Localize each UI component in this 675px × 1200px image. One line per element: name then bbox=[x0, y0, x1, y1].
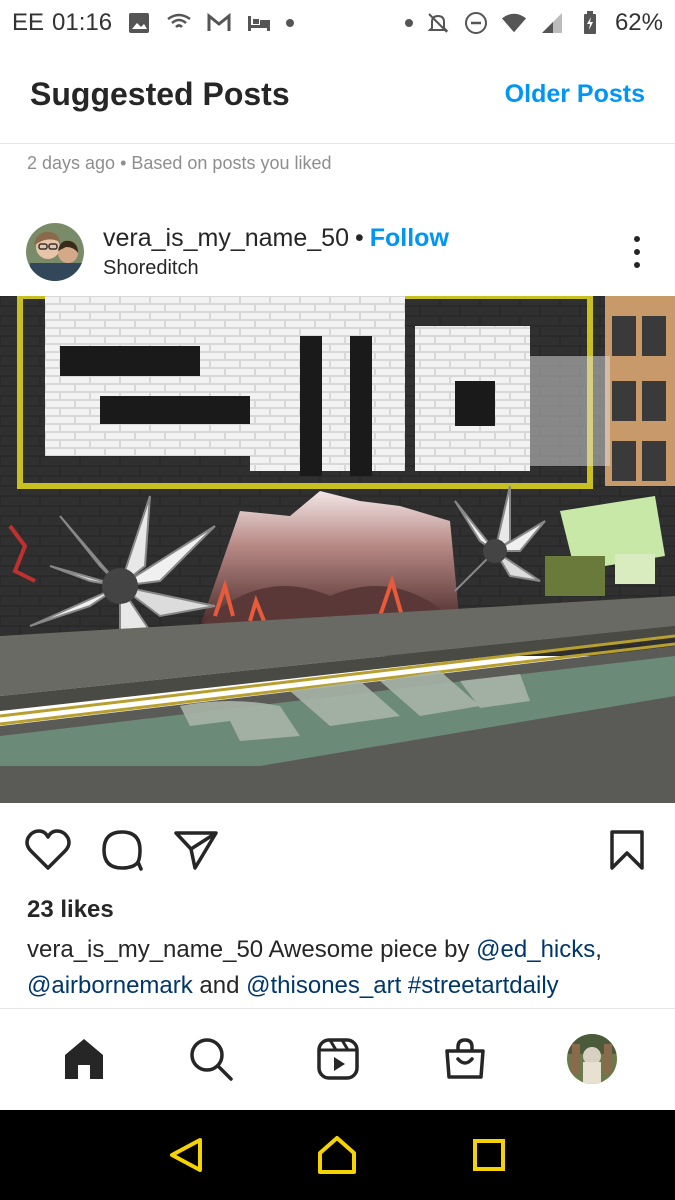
caption-text: Awesome piece by bbox=[268, 936, 470, 963]
caption-username[interactable]: vera_is_my_name_50 bbox=[27, 936, 263, 963]
post-author-username[interactable]: vera_is_my_name_50 bbox=[103, 224, 349, 253]
battery-icon bbox=[577, 10, 603, 36]
post-caption: vera_is_my_name_50 Awesome piece by @ed_… bbox=[27, 932, 652, 1004]
back-icon[interactable] bbox=[161, 1130, 211, 1180]
mention-link[interactable]: @ed_hicks bbox=[476, 936, 595, 963]
separator-dot: • bbox=[354, 224, 364, 252]
more-options-icon[interactable] bbox=[625, 232, 649, 272]
battery-percent: 62% bbox=[614, 9, 663, 36]
image-icon bbox=[126, 10, 152, 36]
home-icon[interactable] bbox=[54, 1029, 114, 1089]
recents-icon[interactable] bbox=[464, 1130, 514, 1180]
post-photo[interactable] bbox=[0, 296, 675, 803]
bed-icon bbox=[246, 10, 272, 36]
profile-tab[interactable] bbox=[562, 1029, 622, 1089]
share-icon[interactable] bbox=[172, 826, 220, 874]
cast-icon bbox=[166, 10, 192, 36]
home-icon[interactable] bbox=[312, 1130, 362, 1180]
follow-button[interactable]: Follow bbox=[370, 224, 449, 253]
mention-link[interactable]: @airbornemark bbox=[27, 972, 193, 999]
wifi-icon bbox=[501, 10, 527, 36]
post-actions bbox=[0, 822, 675, 878]
older-posts-link[interactable]: Older Posts bbox=[505, 80, 645, 109]
gmail-icon bbox=[206, 10, 232, 36]
mention-link[interactable]: @thisones_art bbox=[246, 972, 401, 999]
page-title: Suggested Posts bbox=[30, 76, 290, 112]
notification-dot bbox=[404, 19, 413, 27]
notification-dot bbox=[286, 19, 295, 27]
hashtag-link[interactable]: #streetartdaily bbox=[408, 972, 559, 999]
signal-icon bbox=[539, 10, 565, 36]
reels-icon[interactable] bbox=[308, 1029, 368, 1089]
bottom-navigation bbox=[0, 1008, 675, 1109]
page-header: Suggested Posts Older Posts bbox=[0, 46, 675, 144]
post-header: vera_is_my_name_50 • Follow Shoreditch bbox=[0, 212, 675, 292]
post-location[interactable]: Shoreditch bbox=[103, 257, 449, 280]
profile-avatar bbox=[566, 1034, 617, 1084]
bookmark-icon[interactable] bbox=[603, 826, 651, 874]
caption-text: and bbox=[199, 972, 240, 999]
like-icon[interactable] bbox=[24, 826, 72, 874]
mute-icon bbox=[425, 10, 451, 36]
system-navigation-bar bbox=[0, 1110, 675, 1200]
likes-count[interactable]: 23 likes bbox=[27, 896, 114, 924]
suggestion-reason: 2 days ago • Based on posts you liked bbox=[27, 153, 332, 173]
comment-icon[interactable] bbox=[98, 826, 146, 874]
search-icon[interactable] bbox=[181, 1029, 241, 1089]
post-author-avatar[interactable] bbox=[26, 223, 84, 281]
do-not-disturb-icon bbox=[463, 10, 489, 36]
caption-comma: , bbox=[595, 936, 602, 963]
status-bar: EE 01:16 62% bbox=[0, 0, 675, 46]
clock: 01:16 bbox=[52, 9, 113, 36]
carrier-label: EE bbox=[12, 9, 45, 36]
shop-icon[interactable] bbox=[435, 1029, 495, 1089]
